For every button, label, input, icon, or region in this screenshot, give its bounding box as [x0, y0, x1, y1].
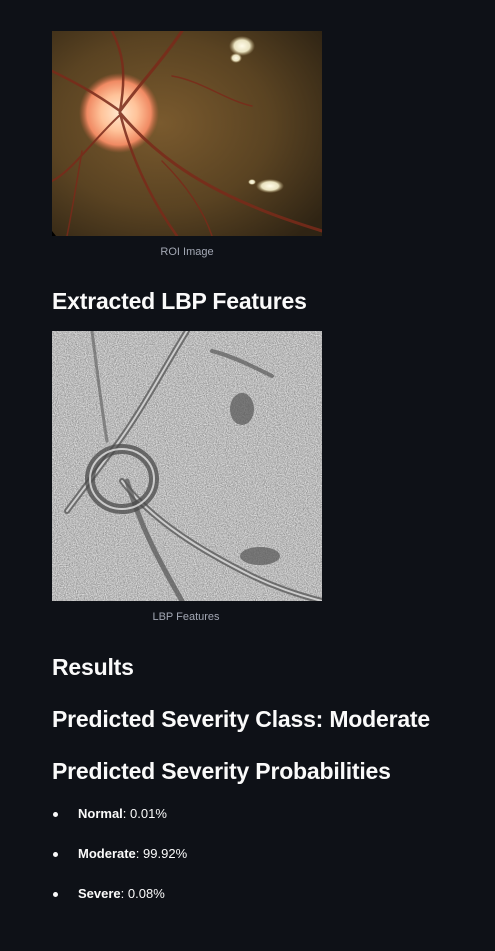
probabilities-list: Normal: 0.01% Moderate: 99.92% Severe: 0…	[52, 797, 187, 917]
results-heading: Results	[52, 654, 134, 680]
roi-image-caption: ROI Image	[160, 246, 214, 258]
lbp-texture	[52, 331, 322, 601]
bullet-icon	[53, 852, 58, 857]
probabilities-heading: Predicted Severity Probabilities	[52, 758, 391, 784]
lbp-heading: Extracted LBP Features	[52, 288, 307, 314]
probability-label: Normal	[78, 806, 123, 821]
probability-item-normal: Normal: 0.01%	[52, 797, 187, 837]
roi-image	[52, 31, 322, 236]
lbp-image	[52, 331, 322, 601]
probability-value: 0.08%	[124, 886, 165, 901]
probability-item-severe: Severe: 0.08%	[52, 877, 187, 917]
probability-value: 0.01%	[126, 806, 167, 821]
fundus-picture	[52, 31, 322, 236]
predicted-class-heading: Predicted Severity Class: Moderate	[52, 706, 430, 732]
lbp-image-caption: LBP Features	[152, 611, 220, 623]
probability-label: Moderate	[78, 846, 136, 861]
bullet-icon	[53, 892, 58, 897]
bullet-icon	[53, 812, 58, 817]
probability-value: 99.92%	[139, 846, 188, 861]
probability-label: Severe	[78, 886, 121, 901]
probability-item-moderate: Moderate: 99.92%	[52, 837, 187, 877]
